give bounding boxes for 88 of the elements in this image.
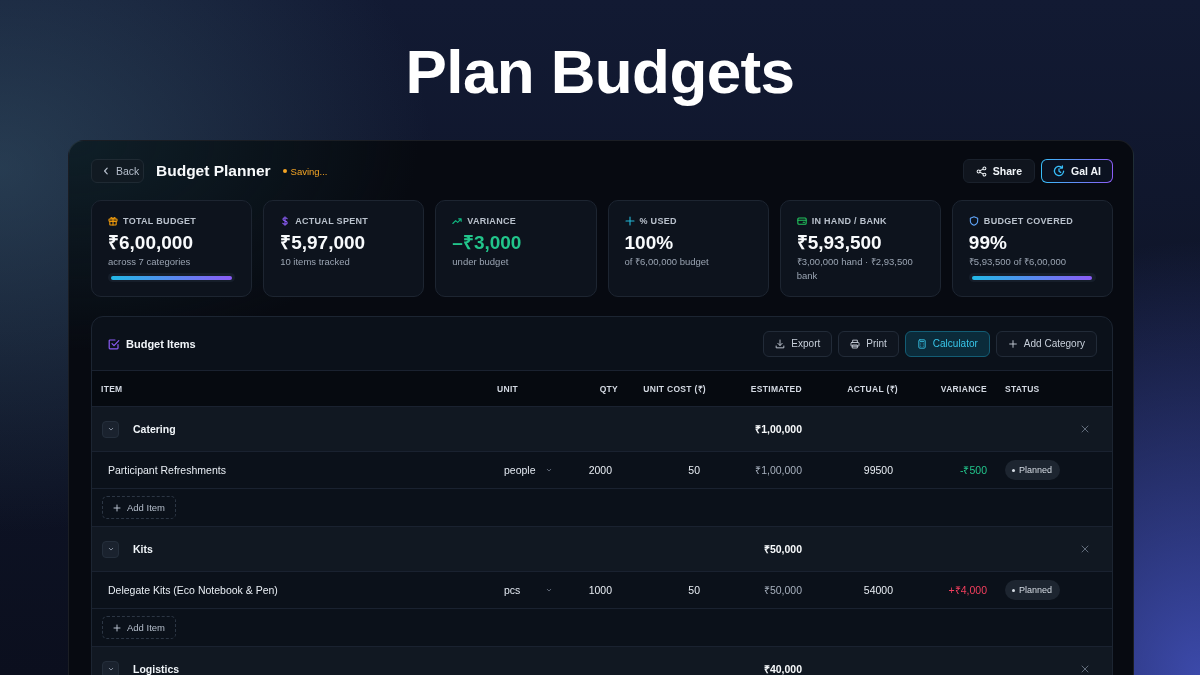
estimated-amount: ₹1,00,000 bbox=[754, 463, 803, 477]
chevron-down-icon bbox=[546, 467, 552, 473]
column-header: ACTUAL (₹) bbox=[846, 383, 899, 394]
stat-value: 100% bbox=[624, 231, 675, 255]
status-dot-icon bbox=[1012, 588, 1015, 592]
stat-value: ₹5,93,500 bbox=[796, 231, 883, 255]
estimated-amount: ₹50,000 bbox=[762, 583, 803, 597]
stat-note: under budget bbox=[452, 255, 510, 269]
stat-label: IN HAND / BANK bbox=[811, 216, 887, 226]
actual-amount: 54000 bbox=[862, 584, 894, 596]
share-icon bbox=[975, 165, 987, 177]
column-header: VARIANCE bbox=[939, 383, 988, 394]
download-icon bbox=[775, 338, 786, 349]
export-button[interactable]: Export bbox=[763, 330, 833, 357]
print-button[interactable]: Print bbox=[838, 330, 899, 357]
dollar-icon bbox=[280, 216, 291, 226]
quantity-value: 2000 bbox=[587, 464, 613, 476]
stat-label: % USED bbox=[639, 216, 677, 226]
status-label: Planned bbox=[1019, 465, 1053, 475]
saving-status: Saving... bbox=[290, 165, 328, 177]
chevron-down-icon bbox=[546, 587, 552, 593]
page-title: Plan Budgets bbox=[404, 38, 796, 106]
stat-note: ₹5,93,500 of ₹6,00,000 bbox=[968, 255, 1067, 269]
column-header: UNIT bbox=[496, 383, 520, 394]
close-icon[interactable] bbox=[1081, 665, 1089, 673]
variance-amount: -₹500 bbox=[959, 463, 988, 477]
category-name: Kits bbox=[133, 543, 153, 555]
shield-icon bbox=[968, 216, 979, 226]
stat-note: across 7 categories bbox=[108, 255, 192, 269]
category-name: Catering bbox=[133, 423, 176, 435]
unit-select[interactable]: people bbox=[504, 464, 552, 476]
stat-label: ACTUAL SPENT bbox=[295, 216, 369, 226]
chevron-down-icon bbox=[107, 666, 114, 672]
plus-icon bbox=[113, 503, 121, 512]
unit-select[interactable]: pcs bbox=[504, 584, 552, 596]
trend-up-icon bbox=[452, 216, 463, 226]
unit-cost-value: 50 bbox=[687, 464, 701, 476]
close-icon[interactable] bbox=[1081, 545, 1089, 553]
variance-amount: +₹4,000 bbox=[947, 583, 988, 597]
calculator-button[interactable]: Calculator bbox=[904, 330, 990, 357]
status-dot-icon bbox=[1012, 468, 1015, 472]
column-header: STATUS bbox=[1004, 383, 1041, 394]
card-icon bbox=[796, 216, 807, 226]
category-name: Logistics bbox=[133, 663, 180, 675]
unit-cost-value: 50 bbox=[687, 584, 701, 596]
actual-amount: 99500 bbox=[862, 464, 894, 476]
circular-arrow-icon bbox=[1053, 165, 1066, 177]
checked-square-icon bbox=[108, 337, 120, 350]
stat-label: BUDGET COVERED bbox=[983, 216, 1074, 226]
back-button[interactable]: Back bbox=[91, 159, 144, 183]
printer-icon bbox=[850, 338, 861, 349]
plus-icon bbox=[113, 623, 121, 632]
share-button[interactable]: Share bbox=[962, 159, 1036, 183]
stat-note: 10 items tracked bbox=[280, 255, 351, 269]
gift-icon bbox=[108, 216, 118, 226]
column-header: UNIT COST (₹) bbox=[642, 383, 707, 394]
stat-label: TOTAL BUDGET bbox=[123, 216, 197, 226]
status-label: Planned bbox=[1019, 585, 1053, 595]
panel-title: Budget Items bbox=[126, 337, 196, 350]
stat-note: of ₹6,00,000 budget bbox=[624, 255, 710, 269]
add-category-button[interactable]: Add Category bbox=[995, 330, 1097, 357]
close-icon[interactable] bbox=[1081, 425, 1089, 433]
status-dot-icon bbox=[282, 169, 287, 173]
stat-value: 99% bbox=[968, 231, 1008, 255]
column-header: ITEM bbox=[100, 383, 124, 394]
calculator-icon bbox=[916, 338, 927, 349]
plus-icon bbox=[624, 216, 635, 226]
chevron-left-icon bbox=[102, 167, 110, 175]
add-item-button[interactable]: Add Item bbox=[102, 496, 177, 519]
quantity-value: 1000 bbox=[587, 584, 613, 596]
column-header: ESTIMATED bbox=[749, 383, 803, 394]
stat-value: ₹6,00,000 bbox=[108, 231, 194, 255]
item-name: Participant Refreshments bbox=[107, 464, 227, 476]
ai-button[interactable]: Gal AI bbox=[1041, 159, 1113, 183]
category-total: ₹1,00,000 bbox=[754, 422, 803, 436]
stat-label: VARIANCE bbox=[467, 216, 517, 226]
add-item-button[interactable]: Add Item bbox=[102, 616, 177, 639]
app-title: Budget Planner bbox=[156, 162, 271, 180]
chevron-down-icon bbox=[107, 546, 114, 552]
plus-icon bbox=[1007, 338, 1018, 349]
column-header: QTY bbox=[598, 383, 619, 394]
chevron-down-icon bbox=[107, 426, 114, 432]
category-total: ₹40,000 bbox=[762, 662, 803, 675]
stat-value: ₹5,97,000 bbox=[280, 231, 367, 255]
stat-note: ₹3,00,000 hand · ₹2,93,500 bank bbox=[796, 255, 914, 283]
item-name: Delegate Kits (Eco Notebook & Pen) bbox=[107, 584, 279, 596]
stat-value: –₹3,000 bbox=[452, 231, 523, 255]
category-total: ₹50,000 bbox=[762, 542, 803, 556]
